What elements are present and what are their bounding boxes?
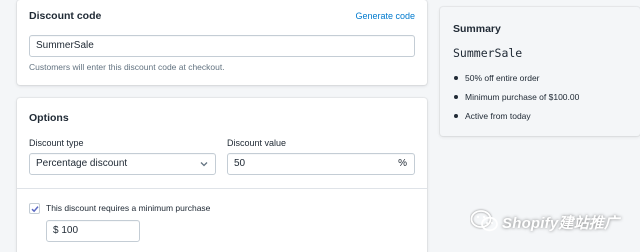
list-item: Active from today: [453, 110, 579, 129]
summary-item-text: Minimum purchase of $100.00: [465, 92, 580, 102]
chevron-down-icon: [200, 162, 208, 167]
discount-code-card: Discount code Generate code SummerSale C…: [17, 0, 427, 85]
summary-item-text: 50% off entire order: [465, 73, 540, 83]
list-item: 50% off entire order: [453, 72, 579, 91]
discount-code-title: Discount code: [29, 10, 102, 22]
summary-title: Summary: [453, 23, 501, 35]
watermark: Shopify建站推广: [470, 208, 635, 238]
summary-item-text: Active from today: [465, 111, 531, 121]
summary-list: 50% off entire order Minimum purchase of…: [453, 72, 579, 129]
summary-card: Summary SummerSale 50% off entire order …: [440, 7, 640, 136]
bullet-icon: [454, 76, 458, 80]
bullet-icon: [454, 114, 458, 118]
discount-code-input[interactable]: SummerSale: [29, 35, 415, 57]
min-purchase-input[interactable]: $ 100: [46, 220, 140, 242]
bullet-icon: [454, 95, 458, 99]
discount-value-input[interactable]: 50 %: [227, 153, 415, 175]
discount-type-select[interactable]: Percentage discount: [29, 153, 216, 175]
options-divider: [17, 188, 427, 189]
discount-value-text: 50: [234, 158, 246, 169]
min-purchase-checkbox-label[interactable]: This discount requires a minimum purchas…: [46, 203, 210, 213]
options-title: Options: [29, 112, 69, 124]
min-purchase-checkbox[interactable]: [29, 203, 40, 214]
percent-suffix: %: [398, 158, 407, 169]
discount-type-label: Discount type: [29, 138, 84, 148]
summary-code: SummerSale: [453, 46, 523, 60]
checkmark-icon: [31, 206, 39, 213]
discount-code-help-text: Customers will enter this discount code …: [29, 62, 225, 72]
options-card: Options Discount type Percentage discoun…: [17, 98, 427, 252]
generate-code-link[interactable]: Generate code: [355, 11, 415, 21]
discount-type-selected-value: Percentage discount: [36, 158, 128, 169]
watermark-text: Shopify建站推广: [502, 215, 620, 232]
list-item: Minimum purchase of $100.00: [453, 91, 579, 110]
wechat-icon: [470, 210, 498, 232]
discount-value-label: Discount value: [227, 138, 287, 148]
